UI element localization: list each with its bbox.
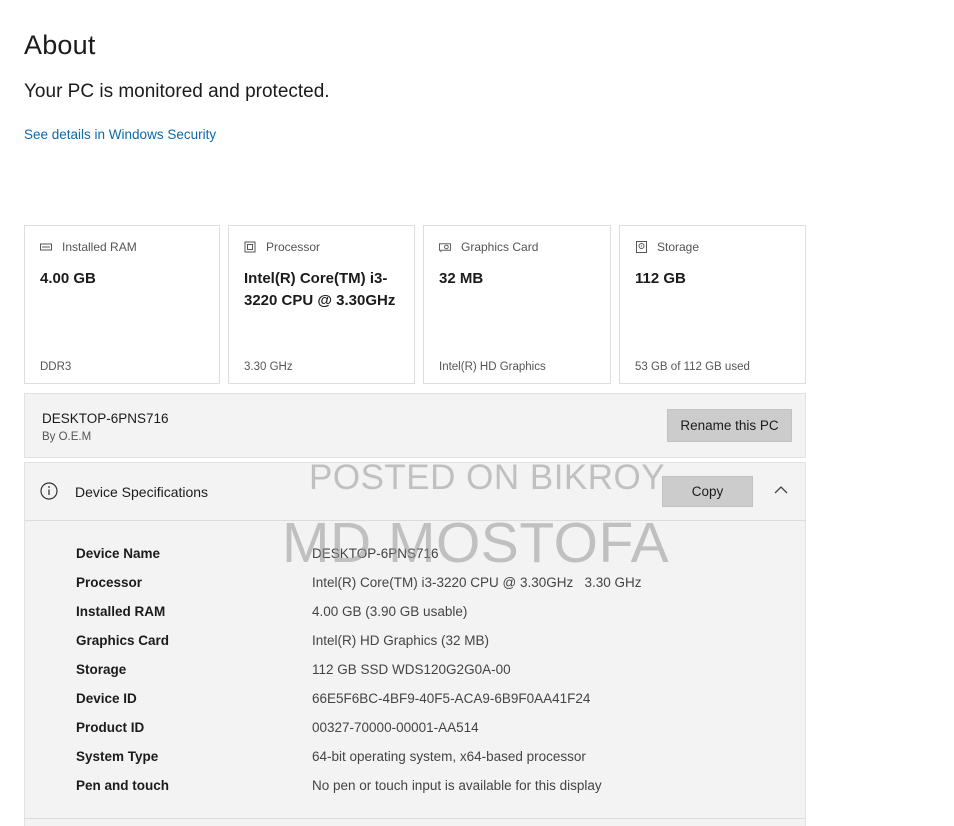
spec-label: Pen and touch bbox=[76, 778, 170, 793]
graphics-card-icon bbox=[439, 241, 451, 253]
page-title: About bbox=[24, 30, 96, 60]
spec-value: Intel(R) HD Graphics (32 MB) bbox=[312, 633, 490, 648]
pc-name-panel: DESKTOP-6PNS716 By O.E.M Rename this PC bbox=[24, 393, 806, 458]
spec-label: Processor bbox=[76, 575, 143, 590]
spec-label: System Type bbox=[76, 749, 159, 764]
rename-pc-button[interactable]: Rename this PC bbox=[667, 409, 792, 442]
spec-value: 112 GB SSD WDS120G2G0A-00 bbox=[312, 662, 511, 677]
spec-value: 4.00 GB (3.90 GB usable) bbox=[312, 604, 468, 619]
protection-status: Your PC is monitored and protected. bbox=[24, 81, 330, 102]
card-label: Storage bbox=[657, 240, 700, 254]
card-footer: Intel(R) HD Graphics bbox=[439, 361, 546, 373]
card-footer: DDR3 bbox=[40, 361, 72, 373]
spec-label: Device ID bbox=[76, 691, 137, 706]
copy-button[interactable]: Copy bbox=[662, 476, 753, 507]
spec-value: 66E5F6BC-4BF9-40F5-ACA9-6B9F0AA41F24 bbox=[312, 691, 591, 706]
card-value: Intel(R) Core(TM) i3-3220 CPU @ 3.30GHz bbox=[244, 270, 396, 309]
card-value: 112 GB bbox=[635, 270, 686, 287]
spec-label: Installed RAM bbox=[76, 604, 166, 619]
card-label: Processor bbox=[266, 240, 321, 254]
card-storage: Storage 112 GB 53 GB of 112 GB used bbox=[619, 225, 806, 384]
card-label: Installed RAM bbox=[62, 240, 137, 254]
processor-icon bbox=[244, 241, 256, 253]
spec-value: 64-bit operating system, x64-based proce… bbox=[312, 749, 586, 764]
card-footer: 53 GB of 112 GB used bbox=[635, 361, 750, 373]
card-value: 4.00 GB bbox=[40, 270, 96, 287]
spec-value: No pen or touch input is available for t… bbox=[312, 778, 602, 793]
divider bbox=[25, 818, 805, 819]
card-graphics-card: Graphics Card 32 MB Intel(R) HD Graphics bbox=[423, 225, 611, 384]
pc-name: DESKTOP-6PNS716 bbox=[42, 411, 169, 426]
card-label: Graphics Card bbox=[461, 240, 539, 254]
chevron-up-icon[interactable] bbox=[773, 483, 789, 495]
card-installed-ram: Installed RAM 4.00 GB DDR3 bbox=[24, 225, 220, 384]
spec-label: Product ID bbox=[76, 720, 145, 735]
device-specifications-panel: Device Specifications Copy Device Name D… bbox=[24, 462, 806, 826]
card-processor: Processor Intel(R) Core(TM) i3-3220 CPU … bbox=[228, 225, 415, 384]
spec-label: Device Name bbox=[76, 546, 161, 561]
device-specifications-header[interactable]: Device Specifications Copy bbox=[25, 463, 805, 521]
info-icon bbox=[40, 482, 58, 500]
spec-value: DESKTOP-6PNS716 bbox=[312, 546, 439, 561]
device-specifications-title: Device Specifications bbox=[75, 484, 209, 500]
storage-icon bbox=[635, 241, 647, 253]
about-page: About Your PC is monitored and protected… bbox=[0, 0, 954, 826]
card-footer: 3.30 GHz bbox=[244, 361, 293, 373]
spec-value: 00327-70000-00001-AA514 bbox=[312, 720, 479, 735]
spec-label: Storage bbox=[76, 662, 127, 677]
card-value: 32 MB bbox=[439, 270, 484, 287]
pc-manufacturer: By O.E.M bbox=[42, 431, 92, 443]
memory-icon bbox=[40, 241, 52, 253]
spec-label: Graphics Card bbox=[76, 633, 170, 648]
spec-value: Intel(R) Core(TM) i3-3220 CPU @ 3.30GHz … bbox=[312, 575, 642, 590]
windows-security-link[interactable]: See details in Windows Security bbox=[24, 127, 216, 142]
